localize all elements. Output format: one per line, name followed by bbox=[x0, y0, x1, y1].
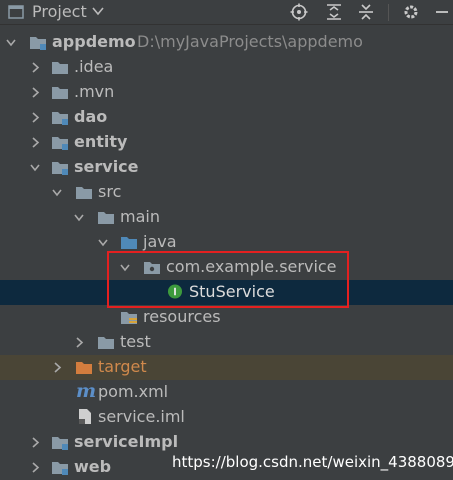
red-annotation-box bbox=[107, 251, 349, 308]
tree-node-resources[interactable]: resources bbox=[0, 305, 453, 330]
chevron-down-icon[interactable] bbox=[6, 37, 16, 48]
project-toolbar: Project bbox=[0, 0, 453, 25]
gear-icon[interactable] bbox=[402, 3, 420, 21]
tree-node-pom[interactable]: m pom.xml bbox=[0, 380, 453, 405]
chevron-right-icon[interactable] bbox=[30, 87, 40, 98]
tree-node-test[interactable]: test bbox=[0, 330, 453, 355]
tree-label: service.iml bbox=[98, 407, 185, 426]
tree-label: .mvn bbox=[74, 82, 115, 101]
chevron-right-icon[interactable] bbox=[30, 462, 40, 473]
tree-label: pom.xml bbox=[98, 382, 169, 401]
tree-label: test bbox=[120, 332, 151, 351]
module-folder-icon bbox=[52, 112, 68, 125]
tree-node-target[interactable]: target bbox=[0, 355, 453, 380]
tree-label: java bbox=[143, 232, 177, 251]
tree-label: appdemo bbox=[52, 32, 136, 51]
tree-label: service bbox=[74, 157, 139, 176]
tree-node-iml[interactable]: service.iml bbox=[0, 405, 453, 430]
chevron-down-icon[interactable] bbox=[98, 237, 108, 248]
chevron-right-icon[interactable] bbox=[30, 137, 40, 148]
folder-icon bbox=[76, 187, 92, 199]
tree-label: web bbox=[74, 457, 112, 476]
tree-label: .idea bbox=[74, 57, 114, 76]
tree-node-src[interactable]: src bbox=[0, 180, 453, 205]
collapse-all-icon[interactable] bbox=[357, 3, 375, 21]
folder-icon bbox=[98, 212, 114, 224]
tree-node-idea[interactable]: .idea bbox=[0, 55, 453, 80]
tree-label: dao bbox=[74, 107, 108, 126]
hide-icon[interactable] bbox=[434, 3, 452, 21]
chevron-down-icon[interactable] bbox=[52, 187, 62, 198]
tree-label: main bbox=[120, 207, 160, 226]
module-folder-icon bbox=[52, 162, 68, 175]
source-folder-icon bbox=[121, 237, 137, 249]
tree-label: src bbox=[98, 182, 122, 201]
module-folder-icon bbox=[30, 37, 46, 50]
folder-icon bbox=[98, 337, 114, 349]
file-icon bbox=[79, 409, 91, 424]
expand-all-icon[interactable] bbox=[325, 3, 343, 21]
watermark-text: https://blog.csdn.net/weixin_43880896 bbox=[172, 453, 453, 471]
chevron-right-icon[interactable] bbox=[52, 362, 62, 373]
dropdown-caret-icon[interactable] bbox=[92, 6, 104, 16]
tree-node-appdemo[interactable]: appdemo D:\myJavaProjects\appdemo bbox=[0, 30, 453, 55]
window-icon bbox=[8, 5, 24, 19]
chevron-down-icon[interactable] bbox=[30, 162, 40, 173]
chevron-right-icon[interactable] bbox=[74, 337, 84, 348]
tree-label: entity bbox=[74, 132, 128, 151]
tree-label: resources bbox=[143, 307, 221, 326]
folder-icon bbox=[52, 62, 68, 74]
chevron-right-icon[interactable] bbox=[30, 62, 40, 73]
tree-node-mvn[interactable]: .mvn bbox=[0, 80, 453, 105]
chevron-down-icon[interactable] bbox=[74, 212, 84, 223]
maven-icon: m bbox=[76, 380, 97, 402]
module-folder-icon bbox=[52, 462, 68, 475]
locate-icon[interactable] bbox=[290, 3, 308, 21]
toolbar-separator bbox=[388, 4, 389, 21]
excluded-folder-icon bbox=[76, 362, 92, 374]
tree-node-entity[interactable]: entity bbox=[0, 130, 453, 155]
chevron-right-icon[interactable] bbox=[30, 112, 40, 123]
tree-label: serviceImpl bbox=[74, 432, 179, 451]
resources-folder-icon bbox=[121, 312, 137, 324]
tree-label: target bbox=[98, 357, 147, 376]
module-folder-icon bbox=[52, 137, 68, 150]
tree-node-serviceimpl[interactable]: serviceImpl bbox=[0, 430, 453, 455]
chevron-right-icon[interactable] bbox=[30, 437, 40, 448]
tree-node-main[interactable]: main bbox=[0, 205, 453, 230]
module-folder-icon bbox=[52, 437, 68, 450]
tool-window-title[interactable]: Project bbox=[32, 2, 87, 22]
module-path: D:\myJavaProjects\appdemo bbox=[137, 32, 363, 51]
tree-node-dao[interactable]: dao bbox=[0, 105, 453, 130]
tree-node-service[interactable]: service bbox=[0, 155, 453, 180]
folder-icon bbox=[52, 87, 68, 99]
